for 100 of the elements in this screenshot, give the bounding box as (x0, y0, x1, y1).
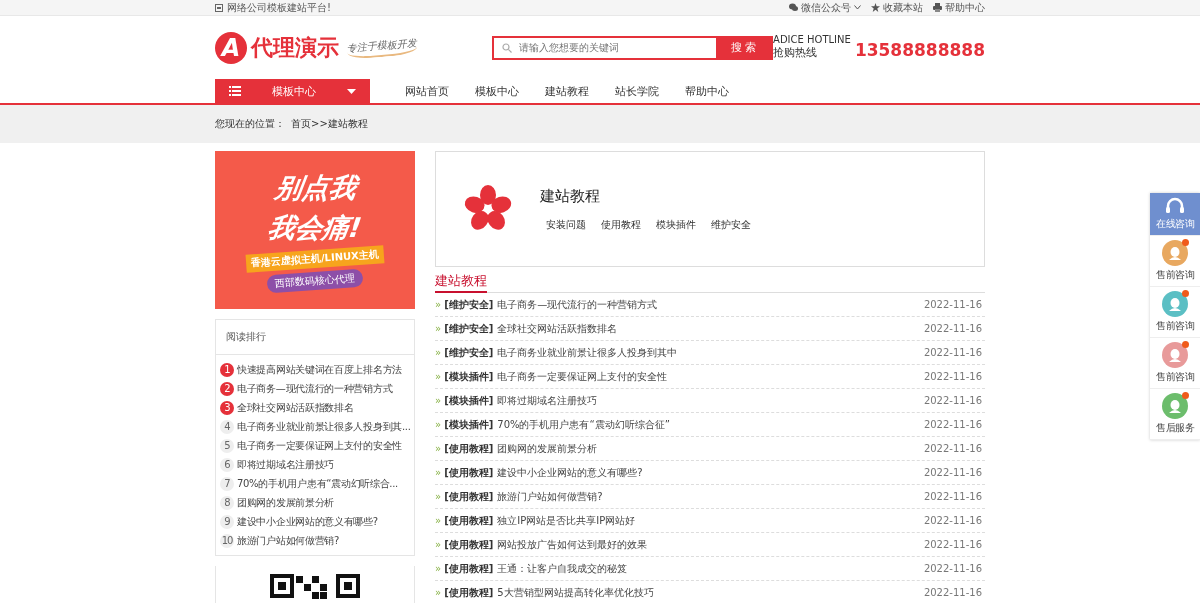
top-link[interactable]: 微信公众号 (789, 0, 861, 15)
rank-number: 10 (220, 533, 234, 548)
category-tag: [模块插件] (444, 369, 494, 384)
bullet-mark: » (435, 371, 442, 382)
article-link[interactable]: 网站投放广告如何达到最好的效果 (497, 537, 648, 552)
article-link[interactable]: 王通：让客户自我成交的秘笈 (497, 561, 628, 576)
nav-link[interactable]: 网站首页 (392, 79, 462, 103)
bullet-mark: » (435, 419, 442, 430)
article-date: 2022-11-16 (923, 347, 983, 358)
category-tag: [使用教程] (444, 465, 494, 480)
hotline-label: 抢购热线 (773, 45, 819, 60)
category-tag: [模块插件] (444, 417, 494, 432)
bullet-mark: » (435, 515, 442, 526)
rank-number: 5 (220, 438, 234, 453)
nav-link[interactable]: 建站教程 (532, 79, 602, 103)
subcategory-link[interactable]: 模块插件 (656, 217, 696, 232)
ranking-link[interactable]: 70%的手机用户患有“震动幻听综合... (237, 476, 398, 491)
article-link[interactable]: 电子商务业就业前景让很多人投身到其中 (497, 345, 678, 360)
hotline-number: 13588888888 (854, 40, 985, 60)
article-date: 2022-11-16 (923, 395, 983, 406)
contact-label: 售后服务 (1156, 421, 1194, 435)
contact-button[interactable]: 售后服务 (1150, 389, 1200, 440)
logo-name: 代理演示 (251, 33, 339, 62)
ranking-link[interactable]: 建设中小企业网站的意义有哪些? (237, 514, 378, 529)
article-date: 2022-11-16 (923, 419, 983, 430)
banner-pill: 西部数码核心代理 (266, 268, 364, 294)
article-date: 2022-11-16 (923, 491, 983, 502)
article-link[interactable]: 建设中小企业网站的意义有哪些? (497, 465, 643, 480)
ranking-link[interactable]: 电子商务—现代流行的一种营销方式 (237, 381, 393, 396)
ranking-link[interactable]: 全球社交网站活跃指数排名 (237, 400, 354, 415)
breadcrumb-link[interactable]: 首页>>建站教程 (291, 117, 368, 131)
category-tag: [使用教程] (444, 537, 494, 552)
ranking-link[interactable]: 电子商务一定要保证网上支付的安全性 (237, 438, 402, 453)
article-date: 2022-11-16 (923, 515, 983, 526)
ranking-link[interactable]: 即将过期域名注册技巧 (237, 457, 334, 472)
search-field[interactable]: 请输入您想要的关键词 搜 索 (491, 35, 774, 60)
banner-headline: 我会痛! (265, 211, 365, 245)
site-tagline: 网络公司模板建站平台! (227, 0, 331, 15)
section-heading: 建站教程 (435, 271, 487, 293)
ranking-link[interactable]: 快速提高网站关键词在百度上排名方法 (237, 362, 402, 377)
panel-title: 阅读排行 (216, 320, 414, 355)
bullet-mark: » (435, 299, 442, 310)
rank-number: 6 (220, 457, 234, 472)
banner-strip: 香港云虚拟主机/LINUX主机 (245, 245, 385, 273)
article-link[interactable]: 旅游门户站如何做营销? (497, 489, 603, 504)
bullet-mark: » (435, 563, 442, 574)
subcategory-link[interactable]: 使用教程 (601, 217, 641, 232)
category-tag: [模块插件] (444, 393, 494, 408)
category-tag: [维护安全] (444, 345, 494, 360)
rank-number: 4 (220, 419, 234, 434)
article-link[interactable]: 即将过期域名注册技巧 (497, 393, 598, 408)
top-link[interactable]: 收藏本站 (871, 0, 923, 15)
category-tag: [维护安全] (444, 297, 494, 312)
rank-number: 2 (220, 381, 234, 396)
article-link[interactable]: 独立IP网站是否比共享IP网站好 (497, 513, 636, 528)
hotline-caption: ADICE HOTLINE (773, 35, 851, 45)
bullet-mark: » (435, 587, 442, 598)
bullet-mark: » (435, 443, 442, 454)
contact-button[interactable]: 售前咨询 (1150, 236, 1200, 287)
ranking-link[interactable]: 团购网的发展前景分析 (237, 495, 334, 510)
article-date: 2022-11-16 (923, 539, 983, 550)
article-link[interactable]: 电子商务一定要保证网上支付的安全性 (497, 369, 668, 384)
rank-number: 9 (220, 514, 234, 529)
contact-button[interactable]: 售前咨询 (1150, 287, 1200, 338)
contact-label: 售前咨询 (1156, 370, 1194, 384)
article-date: 2022-11-16 (923, 563, 983, 574)
bullet-mark: » (435, 491, 442, 502)
ad-banner[interactable]: 别点我 我会痛! 香港云虚拟主机/LINUX主机 西部数码核心代理 (215, 151, 415, 309)
ranking-link[interactable]: 旅游门户站如何做营销? (237, 533, 339, 548)
contact-label: 售前咨询 (1156, 319, 1194, 333)
contact-button[interactable]: 售前咨询 (1150, 338, 1200, 389)
top-link[interactable]: 帮助中心 (933, 0, 985, 15)
logo-mark: A (215, 31, 247, 64)
nav-link[interactable]: 站长学院 (602, 79, 672, 103)
subcategory-link[interactable]: 安装问题 (546, 217, 586, 232)
article-date: 2022-11-16 (923, 467, 983, 478)
nav-link[interactable]: 模板中心 (462, 79, 532, 103)
category-tag: [使用教程] (444, 513, 494, 528)
rank-number: 8 (220, 495, 234, 510)
bullet-mark: » (435, 539, 442, 550)
article-date: 2022-11-16 (923, 443, 983, 454)
article-link[interactable]: 全球社交网站活跃指数排名 (497, 321, 618, 336)
article-link[interactable]: 70%的手机用户患有“震动幻听综合征” (497, 417, 670, 432)
article-link[interactable]: 5大营销型网站提高转化率优化技巧 (497, 585, 654, 600)
contact-label: 在线咨询 (1156, 217, 1194, 231)
article-link[interactable]: 团购网的发展前景分析 (497, 441, 598, 456)
ranking-link[interactable]: 电子商务业就业前景让很多人投身到其... (237, 419, 411, 434)
category-tag: [使用教程] (444, 561, 494, 576)
search-button[interactable]: 搜 索 (716, 37, 772, 58)
rank-number: 1 (220, 362, 234, 377)
nav-link[interactable]: 帮助中心 (672, 79, 742, 103)
category-tag: [维护安全] (444, 321, 494, 336)
category-tag: [使用教程] (444, 585, 494, 600)
rank-number: 7 (220, 476, 234, 491)
article-link[interactable]: 电子商务—现代流行的一种营销方式 (497, 297, 658, 312)
bullet-mark: » (435, 323, 442, 334)
category-menu-button[interactable]: 模板中心 (215, 79, 370, 103)
bullet-mark: » (435, 467, 442, 478)
category-tag: [使用教程] (444, 489, 494, 504)
subcategory-link[interactable]: 维护安全 (711, 217, 751, 232)
